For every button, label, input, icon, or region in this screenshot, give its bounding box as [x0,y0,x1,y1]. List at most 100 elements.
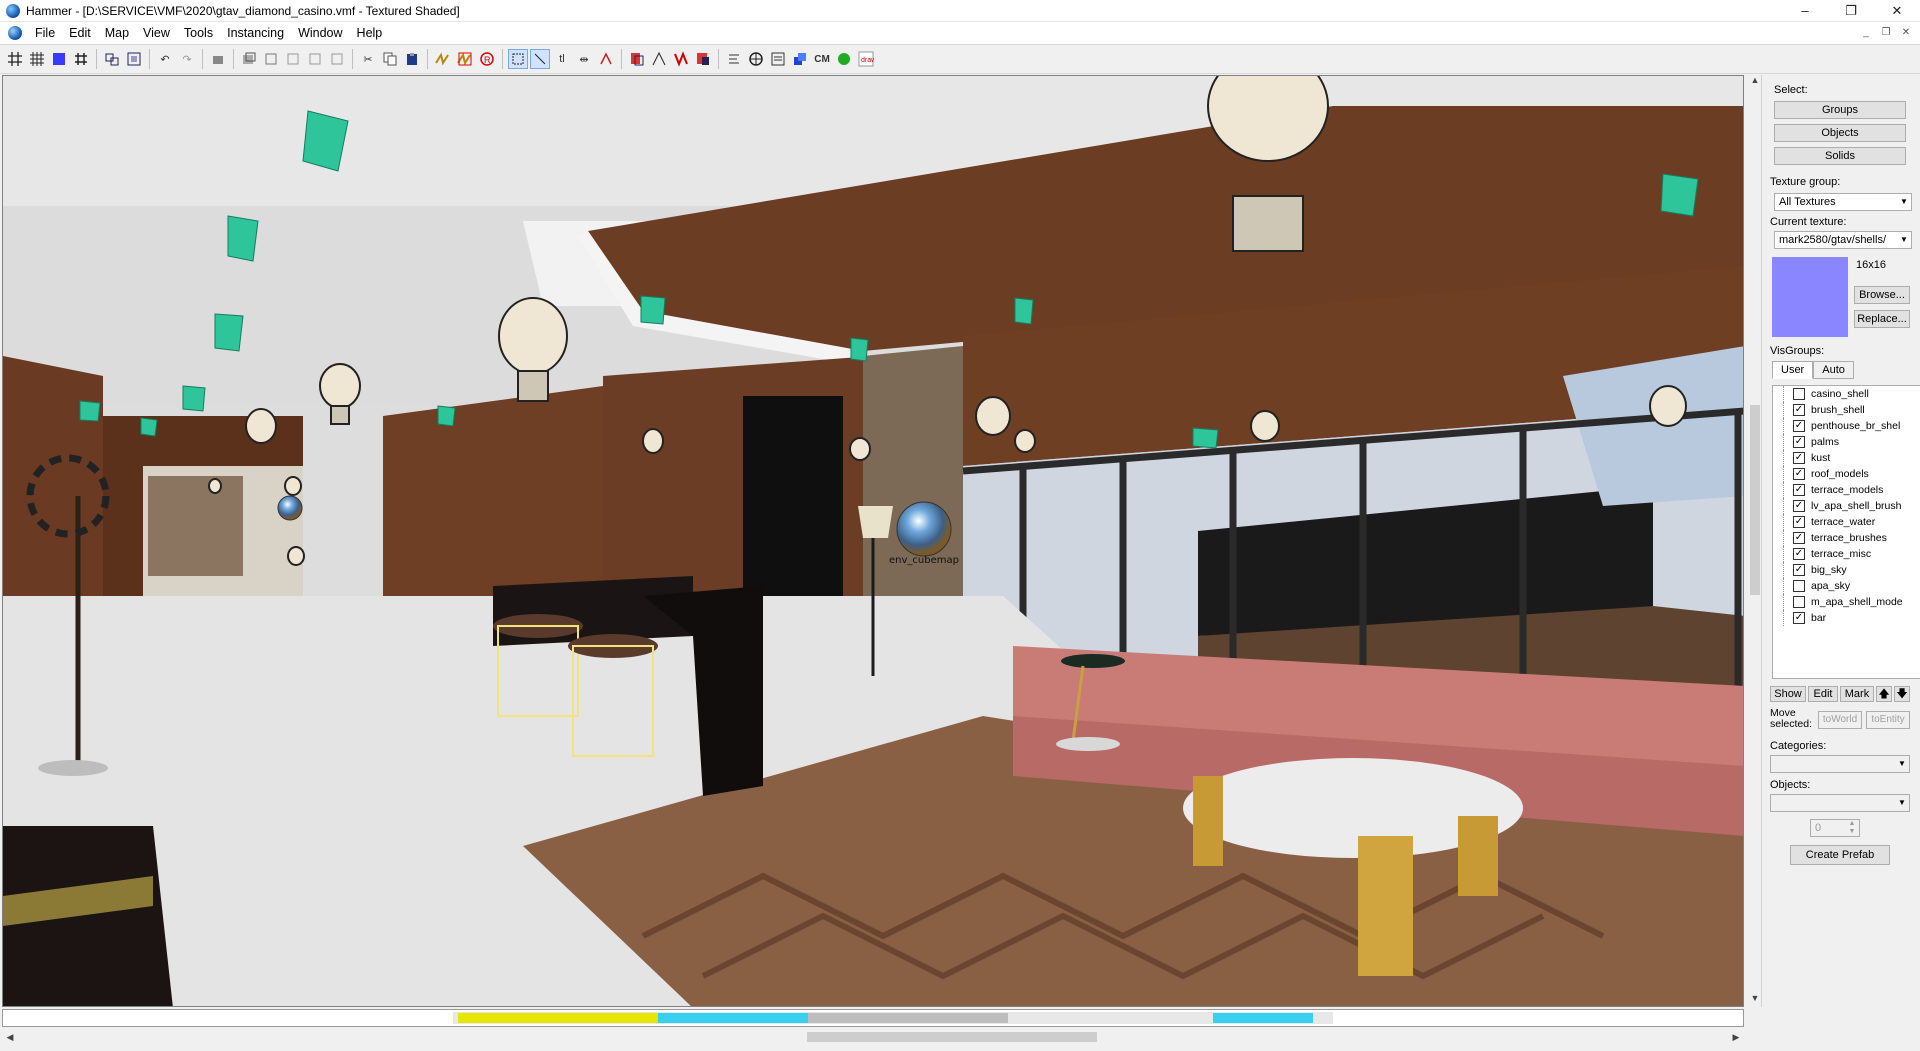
draw-icon[interactable]: draw [856,49,876,69]
edit-button[interactable]: Edit [1808,686,1838,702]
show-button[interactable]: Show [1770,686,1806,702]
texture-apply-icon[interactable] [305,49,325,69]
flip-icon[interactable] [596,49,616,69]
minimize-button[interactable]: – [1782,0,1828,22]
visgroup-checkbox[interactable]: ✓ [1793,420,1805,432]
mdi-minimize-button[interactable]: _ [1856,22,1876,44]
visgroup-item[interactable]: m_apa_shell_mode [1773,594,1920,610]
to-entity-button[interactable]: toEntity [1866,711,1910,729]
hide-icon[interactable] [208,49,228,69]
objects-select[interactable]: ▼ [1770,794,1910,812]
overlay-icon[interactable] [724,49,744,69]
grid-snap-icon[interactable] [71,49,91,69]
cordon-box-icon[interactable] [455,49,475,69]
maximize-button[interactable]: ❐ [1828,0,1874,22]
visgroup-checkbox[interactable]: ✓ [1793,500,1805,512]
texture-group-select[interactable]: All Textures ▼ [1774,193,1912,211]
visgroup-item[interactable]: ✓ terrace_brushes [1773,530,1920,546]
scroll-right-icon[interactable]: ▶ [1728,1029,1744,1045]
chevron-down-icon[interactable]: ▼ [1895,795,1909,811]
document-icon[interactable] [8,26,22,40]
menu-view[interactable]: View [136,22,177,44]
visgroup-checkbox[interactable] [1793,580,1805,592]
texture-scale-icon[interactable] [283,49,303,69]
visgroup-item[interactable]: ✓ bar [1773,610,1920,626]
spinner-arrows-icon[interactable]: ▲ ▼ [1845,820,1859,836]
visgroup-item[interactable]: ✓ kust [1773,450,1920,466]
menu-edit[interactable]: Edit [62,22,98,44]
3d-viewport[interactable]: env_cubemap [2,75,1744,1007]
visgroup-item[interactable]: ✓ lv_apa_shell_brush [1773,498,1920,514]
mark-button[interactable]: Mark [1840,686,1874,702]
chevron-down-icon[interactable]: ▼ [1897,194,1911,210]
visgroup-item[interactable]: ✓ terrace_models [1773,482,1920,498]
visgroup-checkbox[interactable]: ✓ [1793,436,1805,448]
camera-icon[interactable] [530,49,550,69]
grid-large-icon[interactable] [27,49,47,69]
clip-tool-icon[interactable] [649,49,669,69]
menu-instancing[interactable]: Instancing [220,22,291,44]
cordon-icon[interactable] [433,49,453,69]
move-up-icon[interactable]: 🡅 [1876,686,1892,702]
vertex-tool-icon[interactable] [671,49,691,69]
visgroup-checkbox[interactable] [1793,388,1805,400]
to-world-button[interactable]: toWorld [1818,711,1862,729]
scroll-left-icon[interactable]: ◀ [2,1029,18,1045]
visgroup-checkbox[interactable]: ✓ [1793,548,1805,560]
path-tool-icon[interactable] [693,49,713,69]
scroll-up-icon[interactable]: ▲ [1748,75,1762,89]
entity-tool-icon[interactable] [627,49,647,69]
align-icon[interactable]: ⇹ [574,49,594,69]
browse-button[interactable]: Browse... [1854,286,1910,304]
grid-icon[interactable] [5,49,25,69]
replace-button[interactable]: Replace... [1854,310,1910,328]
visgroup-item[interactable]: ✓ big_sky [1773,562,1920,578]
run-map-icon[interactable] [834,49,854,69]
undo-icon[interactable]: ↶ [155,49,175,69]
cubemap-icon[interactable] [790,49,810,69]
visgroup-checkbox[interactable]: ✓ [1793,564,1805,576]
visgroup-checkbox[interactable]: ✓ [1793,484,1805,496]
menu-help[interactable]: Help [350,22,390,44]
visgroup-checkbox[interactable]: ✓ [1793,612,1805,624]
chevron-down-icon[interactable]: ▼ [1897,232,1911,248]
menu-file[interactable]: File [28,22,62,44]
visgroup-item[interactable]: casino_shell [1773,386,1920,402]
chevron-down-icon[interactable]: ▼ [1895,756,1909,772]
properties-icon[interactable] [768,49,788,69]
grid-dots-icon[interactable] [49,49,69,69]
create-prefab-button[interactable]: Create Prefab [1790,845,1890,865]
horizontal-scrollbar[interactable]: ◀ ▶ [2,1029,1744,1045]
visgroup-item[interactable]: apa_sky [1773,578,1920,594]
visgroup-item[interactable]: ✓ roof_models [1773,466,1920,482]
visgroup-checkbox[interactable] [1793,596,1805,608]
group-icon[interactable] [124,49,144,69]
objects-button[interactable]: Objects [1774,124,1906,142]
visgroup-checkbox[interactable]: ✓ [1793,452,1805,464]
menu-window[interactable]: Window [291,22,349,44]
visgroup-checkbox[interactable]: ✓ [1793,516,1805,528]
texture-face-icon[interactable] [327,49,347,69]
current-texture-select[interactable]: mark2580/gtav/shells/ ▼ [1774,231,1912,249]
visgroup-item[interactable]: ✓ penthouse_br_shel [1773,418,1920,434]
carve-icon[interactable] [102,49,122,69]
visgroup-item[interactable]: ✓ brush_shell [1773,402,1920,418]
scrollbar-thumb[interactable] [1750,405,1760,595]
solids-button[interactable]: Solids [1774,147,1906,165]
compile-icon[interactable] [746,49,766,69]
close-button[interactable]: ✕ [1874,0,1920,22]
visgroup-item[interactable]: ✓ terrace_water [1773,514,1920,530]
panel-scrollbar[interactable]: ▲ ▼ [1748,75,1762,1007]
select-texture-icon[interactable] [239,49,259,69]
selection-tool-icon[interactable] [508,49,528,69]
texture-lock-icon[interactable] [261,49,281,69]
mdi-close-button[interactable]: ✕ [1896,22,1916,44]
menu-tools[interactable]: Tools [177,22,220,44]
visgroup-item[interactable]: ✓ terrace_misc [1773,546,1920,562]
paste-icon[interactable] [402,49,422,69]
redo-icon[interactable]: ↷ [177,49,197,69]
texture-tool-icon[interactable]: tl [552,49,572,69]
radius-cull-icon[interactable]: R [477,49,497,69]
objects-spinner[interactable]: 0 ▲ ▼ [1810,819,1860,837]
scroll-down-icon[interactable]: ▼ [1748,993,1762,1007]
